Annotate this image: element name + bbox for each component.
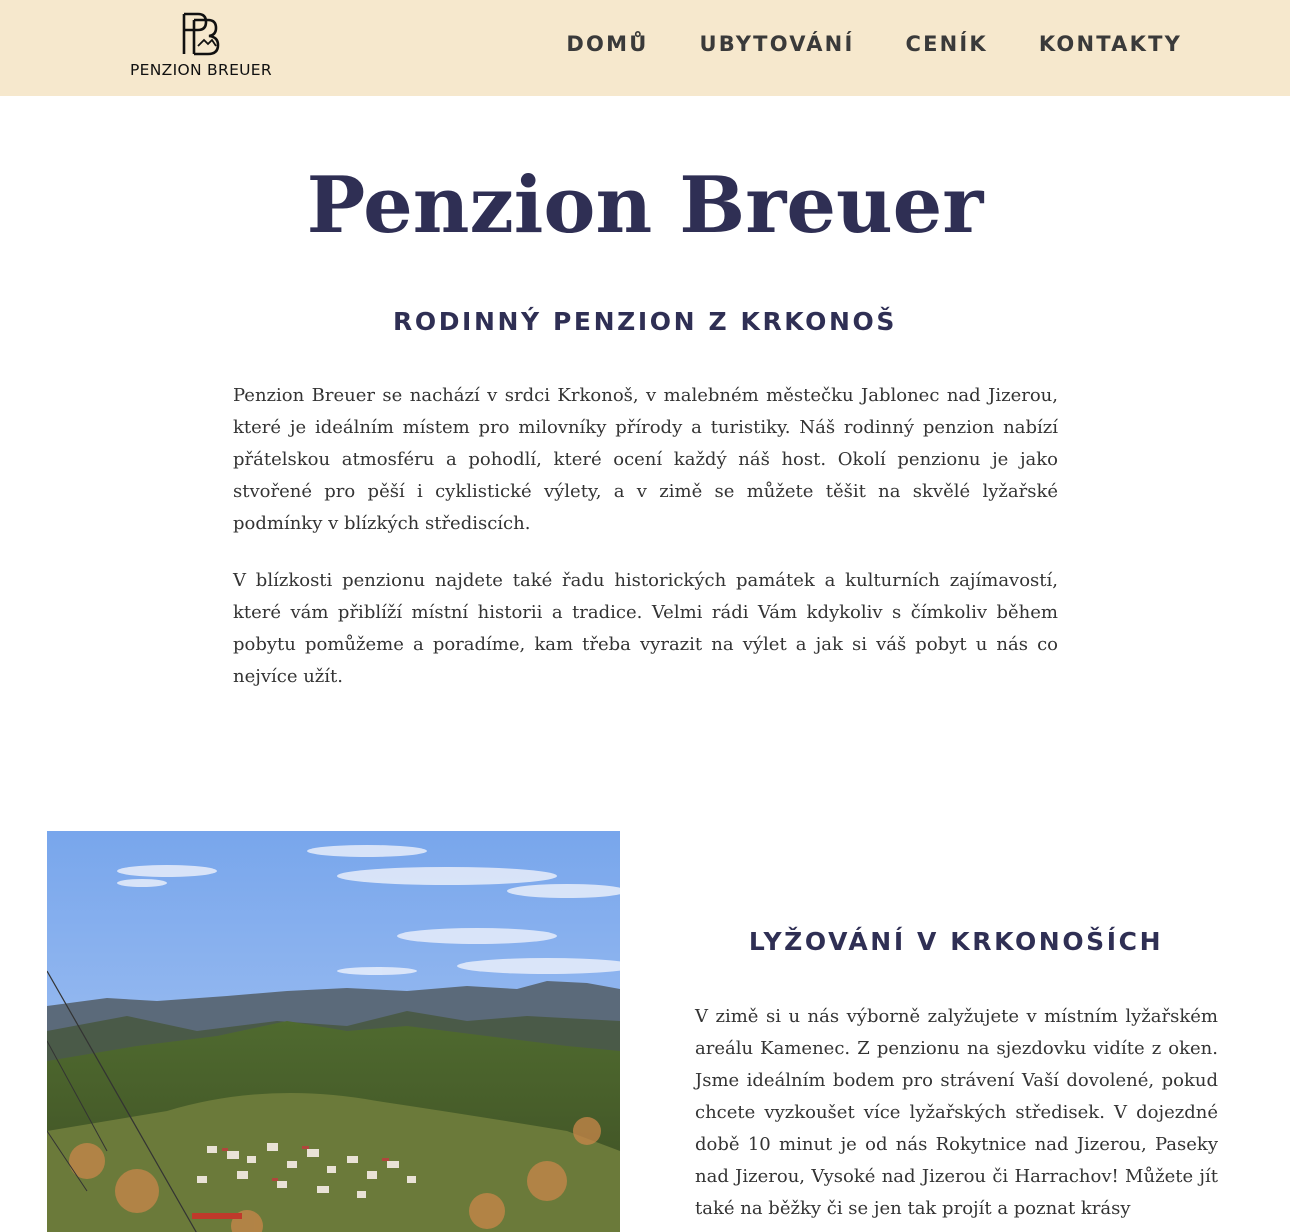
nav-pricing[interactable]: CENÍK (905, 32, 987, 56)
nav-home[interactable]: DOMŮ (566, 32, 648, 56)
ski-section: V zimě si u nás výborně zalyžujete v mís… (695, 1001, 1218, 1225)
ski-section-title: LYŽOVÁNÍ V KRKONOŠÍCH (748, 927, 1164, 956)
nav-accommodation[interactable]: UBYTOVÁNÍ (699, 32, 854, 56)
logo-monogram-icon (182, 12, 220, 56)
logo-text: PENZION BREUER (130, 61, 272, 79)
intro-paragraph: Penzion Breuer se nachází v srdci Krkono… (233, 385, 1058, 534)
main-nav: DOMŮ UBYTOVÁNÍ CENÍK KONTAKTY (566, 32, 1182, 56)
intro-section: Penzion Breuer se nachází v srdci Krkono… (233, 380, 1058, 718)
site-header: PENZION BREUER DOMŮ UBYTOVÁNÍ CENÍK KONT… (0, 0, 1290, 96)
logo[interactable]: PENZION BREUER (108, 10, 294, 82)
intro-paragraph: V blízkosti penzionu najdete také řadu h… (233, 570, 1058, 687)
ski-paragraph: V zimě si u nás výborně zalyžujete v mís… (695, 1006, 1218, 1219)
page-title: Penzion Breuer (306, 160, 984, 251)
page-subtitle: RODINNÝ PENZION Z KRKONOŠ (393, 307, 897, 336)
nav-contacts[interactable]: KONTAKTY (1039, 32, 1182, 56)
landscape-photo (47, 831, 620, 1232)
